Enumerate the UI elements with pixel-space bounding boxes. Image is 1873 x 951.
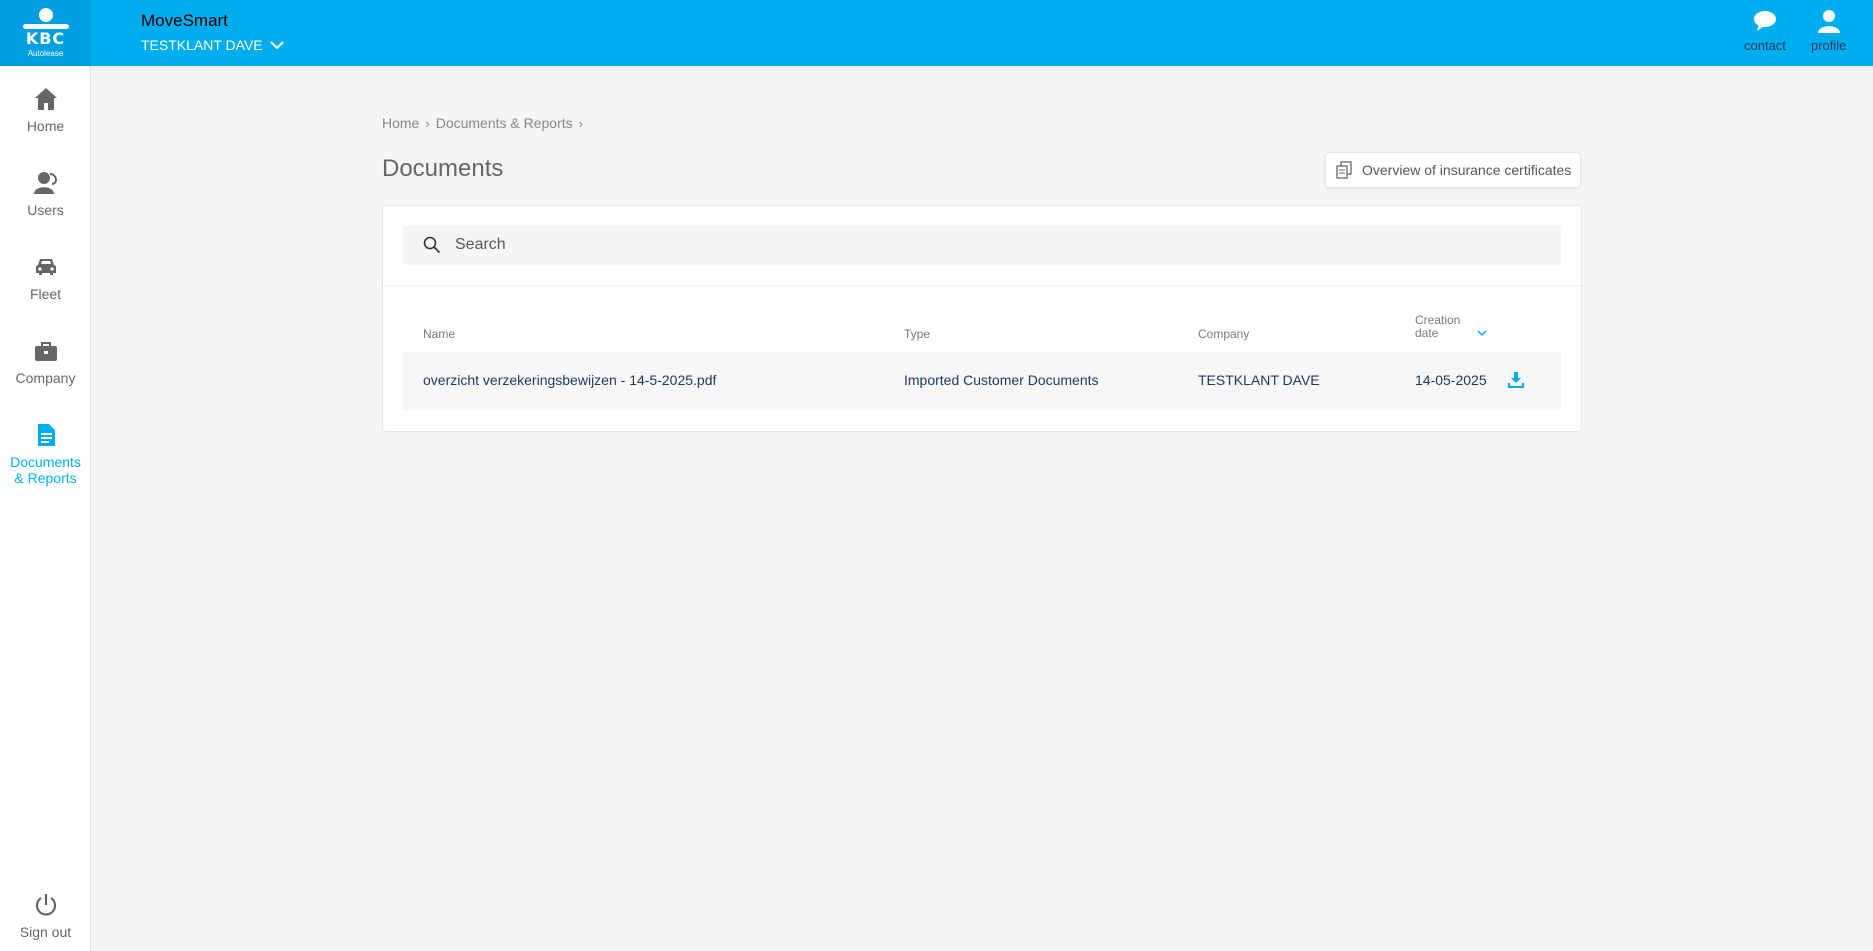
- breadcrumb-separator-icon: ›: [425, 115, 430, 131]
- breadcrumb-home[interactable]: Home: [382, 115, 419, 131]
- briefcase-icon: [34, 342, 57, 361]
- column-header-company[interactable]: Company: [1198, 327, 1249, 341]
- contact-label: contact: [1744, 38, 1786, 53]
- breadcrumb-documents-reports[interactable]: Documents & Reports: [436, 115, 573, 131]
- column-header-creation-date[interactable]: Creation date: [1415, 314, 1460, 340]
- search-input[interactable]: [455, 236, 1535, 254]
- document-name-link[interactable]: overzicht verzekeringsbewijzen - 14-5-20…: [423, 372, 716, 388]
- contact-button[interactable]: contact: [1744, 8, 1786, 53]
- sidebar: Home Users Fleet Company Documents & Rep…: [0, 66, 91, 951]
- sidebar-item-label: Users: [27, 202, 64, 218]
- app-title: MoveSmart: [141, 11, 228, 30]
- home-icon: [34, 88, 57, 110]
- profile-button[interactable]: profile: [1811, 8, 1846, 53]
- divider: [383, 285, 1581, 286]
- sidebar-item-fleet[interactable]: Fleet: [0, 254, 91, 302]
- sort-descending-icon[interactable]: [1476, 328, 1488, 338]
- user-icon: [1817, 10, 1840, 33]
- sidebar-item-label: Home: [26, 118, 65, 134]
- users-icon: [33, 172, 57, 194]
- sidebar-item-company[interactable]: Company: [0, 338, 91, 386]
- sidebar-item-home[interactable]: Home: [0, 86, 91, 134]
- logo-figure-bar: [22, 23, 69, 29]
- logo-figure-head: [38, 7, 53, 22]
- document-creation-date: 14-05-2025: [1415, 372, 1487, 388]
- search-icon: [423, 236, 441, 254]
- sidebar-item-label-line1: Documents: [10, 454, 81, 470]
- sign-out-label: Sign out: [19, 924, 72, 940]
- document-company: TESTKLANT DAVE: [1198, 372, 1320, 388]
- kbc-autolease-logo[interactable]: KBC Autolease: [0, 0, 91, 66]
- breadcrumb: Home › Documents & Reports ›: [382, 115, 583, 131]
- page-title: Documents: [382, 155, 504, 182]
- insurance-certificates-button[interactable]: Overview of insurance certificates: [1325, 152, 1581, 188]
- breadcrumb-separator-icon: ›: [578, 115, 583, 131]
- column-header-type[interactable]: Type: [904, 327, 930, 341]
- profile-label: profile: [1811, 38, 1847, 53]
- client-selector[interactable]: TESTKLANT DAVE: [141, 37, 285, 53]
- chat-bubble-icon: [1753, 11, 1776, 31]
- column-header-name[interactable]: Name: [423, 327, 455, 341]
- sidebar-item-users[interactable]: Users: [0, 170, 91, 218]
- top-bar: KBC Autolease MoveSmart TESTKLANT DAVE c…: [0, 0, 1873, 66]
- column-header-date-line2: date: [1415, 326, 1439, 340]
- logo-subtitle: Autolease: [27, 48, 64, 58]
- document-type: Imported Customer Documents: [904, 372, 1099, 388]
- search-box: [403, 225, 1561, 265]
- sidebar-item-label: Company: [15, 370, 76, 386]
- sidebar-item-documents-reports[interactable]: Documents & Reports: [0, 422, 91, 486]
- chevron-down-icon: [269, 41, 284, 50]
- sidebar-item-label: Fleet: [29, 286, 62, 302]
- sidebar-item-label-line2: & Reports: [14, 470, 77, 486]
- document-icon: [37, 424, 55, 446]
- insurance-certificates-label: Overview of insurance certificates: [1362, 162, 1572, 178]
- sign-out-button[interactable]: Sign out: [0, 892, 91, 940]
- table-row[interactable]: overzicht verzekeringsbewijzen - 14-5-20…: [403, 352, 1561, 410]
- car-icon: [35, 259, 56, 275]
- logo-text: KBC: [25, 28, 66, 48]
- documents-card: Name Type Company Creation date overzich…: [382, 205, 1582, 432]
- power-icon: [35, 894, 56, 916]
- copy-documents-icon: [1336, 161, 1352, 179]
- download-icon[interactable]: [1507, 371, 1525, 389]
- client-name: TESTKLANT DAVE: [141, 37, 263, 53]
